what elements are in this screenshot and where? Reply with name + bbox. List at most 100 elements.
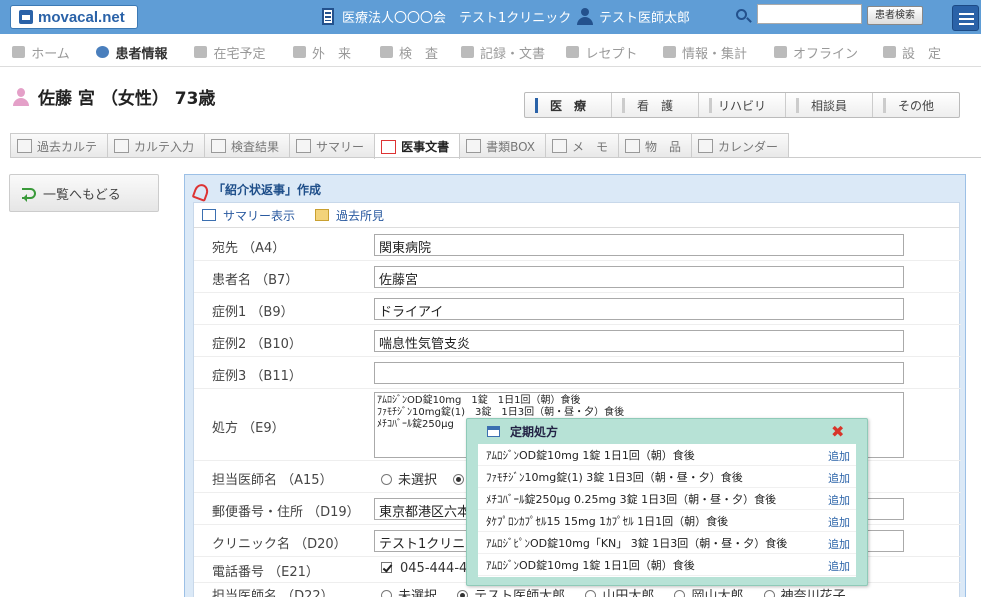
nav-home-visit[interactable]: 在宅予定 <box>182 38 278 66</box>
radio-selected-icon[interactable] <box>453 474 465 485</box>
tab-counselor[interactable]: 相談員 <box>785 93 872 117</box>
tab-test-results[interactable]: 検査結果 <box>204 133 291 158</box>
regular-prescription-popup: 定期処方 ✖ ｱﾑﾛｼﾞﾝOD錠10mg 1錠 1日1回（朝）食後 追加 ﾌｧﾓﾁ… <box>466 418 868 586</box>
phone-value: 045-444-4 <box>381 561 467 576</box>
add-link[interactable]: 追加 <box>828 492 850 508</box>
radio-icon <box>381 590 392 597</box>
stats-icon <box>662 46 676 58</box>
add-link[interactable]: 追加 <box>828 514 850 530</box>
memo-icon <box>552 139 567 153</box>
popup-title: 定期処方 <box>487 423 558 440</box>
building-icon <box>322 8 334 25</box>
nav-examination[interactable]: 検 査 <box>366 38 452 66</box>
tab-calendar[interactable]: カレンダー <box>691 133 790 158</box>
back-to-list-button[interactable]: 一覧へもどる <box>9 174 159 212</box>
window-icon <box>487 426 500 437</box>
add-link[interactable]: 追加 <box>828 448 850 464</box>
box-icon <box>466 139 482 153</box>
radio-selected-icon <box>457 590 469 597</box>
tabs-divider <box>10 157 981 158</box>
case3-field[interactable] <box>374 362 904 384</box>
radio-option[interactable]: 未選択 <box>381 589 437 597</box>
radio-option[interactable]: 神奈川花子 <box>763 589 846 597</box>
department-tabs: 医 療 看 護 リハビリ 相談員 その他 <box>524 92 960 118</box>
patient-search-button[interactable]: 患者検索 <box>867 6 923 25</box>
panel-title: 「紹介状返事」作成 <box>193 181 321 198</box>
nav-home[interactable]: ホーム <box>0 38 82 66</box>
tab-document-box[interactable]: 書類BOX <box>459 133 546 158</box>
people-icon <box>96 46 110 58</box>
outpatient-icon <box>292 46 306 58</box>
clock-icon <box>194 46 208 58</box>
tab-supplies[interactable]: 物 品 <box>618 133 693 158</box>
case2-field[interactable]: 喘息性気管支炎 <box>374 330 904 352</box>
form-row-addressee: 宛先 （A4） 関東病院 <box>194 229 961 261</box>
radio-unselected[interactable]: 未選択 <box>381 473 437 488</box>
tab-past-chart[interactable]: 過去カルテ <box>10 133 109 158</box>
hamburger-menu-icon[interactable] <box>952 5 979 31</box>
search-icon <box>736 9 747 20</box>
radio-option[interactable]: 岡山太郎 <box>674 589 743 597</box>
list-item: ﾌｧﾓﾁｼﾞﾝ10mg錠(1) 3錠 1日3回（朝・昼・夕）食後 追加 <box>478 466 856 488</box>
app-logo[interactable]: movacal.net <box>10 5 138 29</box>
current-user: テスト医師太郎 <box>577 7 690 26</box>
doctor-d22-options: 未選択 テスト医師太郎 山田太郎 岡山太郎 神奈川花子 <box>381 585 862 597</box>
exam-icon <box>379 46 393 58</box>
tab-medical[interactable]: 医 療 <box>525 93 611 117</box>
list-item: ｱﾑﾛｼﾞﾋﾟﾝOD錠10mg「KN」 3錠 1日3回（朝・昼・夕）食後 追加 <box>478 532 856 554</box>
add-link[interactable]: 追加 <box>828 558 850 574</box>
female-patient-icon <box>12 87 30 106</box>
main-nav: ホーム 患者情報 在宅予定 外 来 検 査 記録・文書 レセプト 情報・集計 オ… <box>0 38 981 67</box>
form-row-case2: 症例2 （B10） 喘息性気管支炎 <box>194 325 961 357</box>
tab-nursing[interactable]: 看 護 <box>611 93 698 117</box>
pdf-icon <box>193 183 205 197</box>
addressee-field[interactable]: 関東病院 <box>374 234 904 256</box>
patient-name: 佐藤 宮 （女性） 73歳 <box>38 89 216 109</box>
tab-other[interactable]: その他 <box>872 93 959 117</box>
nav-receipt[interactable]: レセプト <box>554 38 650 66</box>
summary-view-button[interactable]: サマリー表示 <box>202 207 295 224</box>
tab-memo[interactable]: メ モ <box>545 133 620 158</box>
user-name: テスト医師太郎 <box>599 11 691 26</box>
search-input[interactable] <box>757 4 862 24</box>
close-icon[interactable]: ✖ <box>831 422 844 441</box>
supplies-icon <box>625 139 641 153</box>
nav-settings[interactable]: 設 定 <box>872 38 952 66</box>
radio-option[interactable]: テスト医師太郎 <box>457 589 565 597</box>
receipt-icon <box>566 46 580 58</box>
patient-header: 佐藤 宮 （女性） 73歳 <box>12 84 215 109</box>
case1-field[interactable]: ドライアイ <box>374 298 904 320</box>
tab-summary[interactable]: サマリー <box>289 133 376 158</box>
radio-option[interactable]: 山田太郎 <box>585 589 654 597</box>
tab-rehab[interactable]: リハビリ <box>698 93 785 117</box>
top-header: movacal.net 医療法人〇〇〇会 テスト1クリニック テスト医師太郎 患… <box>0 0 981 34</box>
add-link[interactable]: 追加 <box>828 536 850 552</box>
form-toolbar: サマリー表示 過去所見 <box>194 203 959 228</box>
list-item: ｱﾑﾛｼﾞﾝOD錠10mg 1錠 1日1回（朝）食後 追加 <box>478 444 856 466</box>
nav-records[interactable]: 記録・文書 <box>452 38 554 66</box>
nav-outpatient[interactable]: 外 来 <box>278 38 366 66</box>
patient-name-field[interactable]: 佐藤宮 <box>374 266 904 288</box>
radio-icon <box>381 474 392 485</box>
prescription-list: ｱﾑﾛｼﾞﾝOD錠10mg 1錠 1日1回（朝）食後 追加 ﾌｧﾓﾁｼﾞﾝ10mg… <box>478 444 856 577</box>
list-icon <box>202 209 216 221</box>
nav-statistics[interactable]: 情報・集計 <box>650 38 760 66</box>
return-arrow-icon <box>22 187 36 202</box>
logo-text: movacal.net <box>38 8 125 26</box>
list-item: ﾒﾁｺﾊﾞｰﾙ錠250μg 0.25mg 3錠 1日3回（朝・昼・夕）食後 追加 <box>478 488 856 510</box>
radio-icon <box>674 590 686 597</box>
add-link[interactable]: 追加 <box>828 470 850 486</box>
phone-checkbox[interactable] <box>381 562 392 573</box>
form-row-case3: 症例3 （B11） <box>194 357 961 389</box>
form-row-patient-name: 患者名 （B7） 佐藤宮 <box>194 261 961 293</box>
organization-name: 医療法人〇〇〇会 テスト1クリニック <box>342 11 572 26</box>
gear-icon <box>882 46 896 58</box>
folder-icon <box>315 209 330 221</box>
tab-chart-input[interactable]: カルテ入力 <box>107 133 206 158</box>
nav-patient-info[interactable]: 患者情報 <box>82 38 182 66</box>
tab-medical-documents[interactable]: 医事文書 <box>374 133 461 159</box>
home-icon <box>12 46 26 58</box>
nav-offline[interactable]: オフライン <box>760 38 872 66</box>
list-item: ﾀｹﾌﾟﾛﾝｶﾌﾟｾﾙ15 15mg 1ｶﾌﾟｾﾙ 1日1回（朝）食後 追加 <box>478 510 856 532</box>
past-findings-button[interactable]: 過去所見 <box>315 207 384 224</box>
